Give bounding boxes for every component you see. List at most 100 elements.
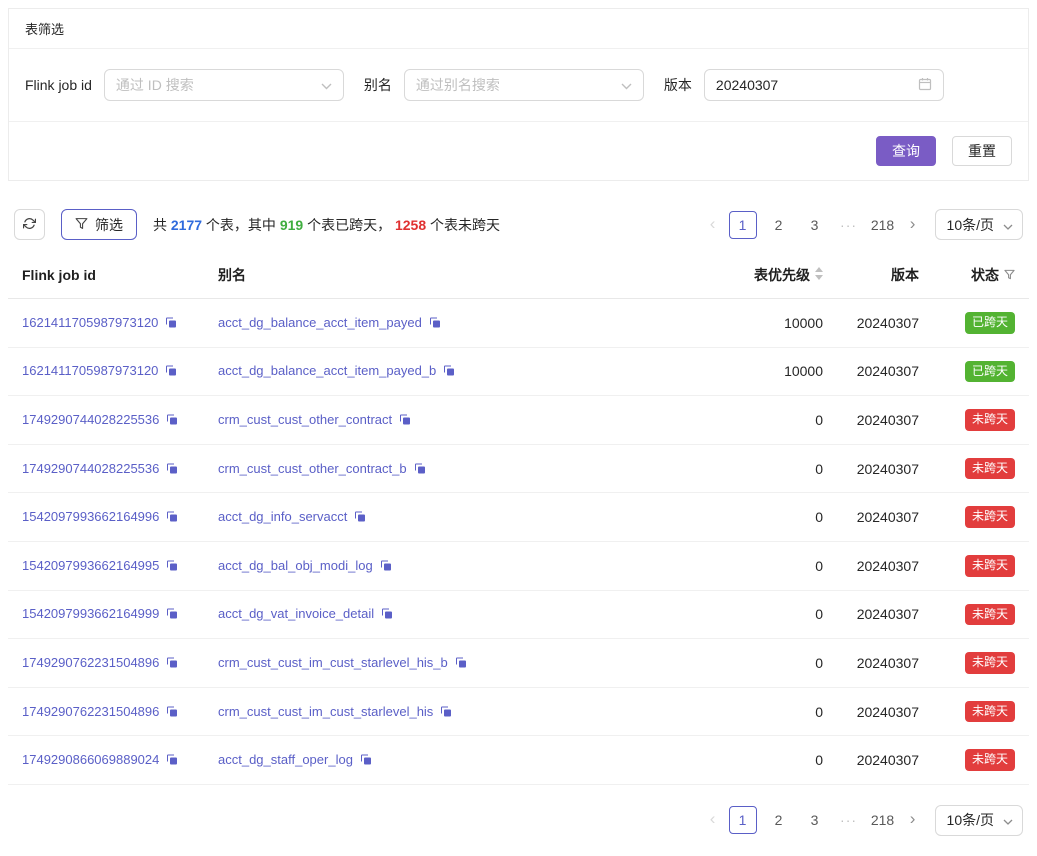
sort-icon[interactable] [815,267,823,283]
copy-icon[interactable] [166,559,178,575]
filter-panel: 表筛选 Flink job id 通过 ID 搜索 别名 通过别名搜索 [8,8,1029,181]
table-row: 1542097993662164995 acct_dg_bal_obj_modi… [8,541,1029,590]
column-filter-icon[interactable] [1004,267,1015,283]
alias-select[interactable]: 通过别名搜索 [404,69,644,101]
row-id-link[interactable]: 1621411705987973120 [22,363,158,378]
page-button-218[interactable]: 218 [869,806,897,834]
prev-page-button[interactable]: ‹ [701,806,725,834]
copy-icon[interactable] [381,607,393,623]
query-button[interactable]: 查询 [876,136,936,166]
filter-toggle-label: 筛选 [95,215,123,235]
alias-label: 别名 [364,75,392,95]
status-badge: 未跨天 [965,701,1015,723]
copy-icon[interactable] [455,656,467,672]
page-button-1[interactable]: 1 [729,211,757,239]
row-priority: 0 [725,541,837,590]
table-row: 1749290744028225536 crm_cust_cust_other_… [8,444,1029,493]
copy-icon[interactable] [429,316,441,332]
funnel-icon [75,217,88,233]
status-badge: 未跨天 [965,409,1015,431]
row-priority: 0 [725,736,837,785]
row-id-link[interactable]: 1542097993662164999 [22,606,159,621]
chevron-down-icon [1003,217,1013,233]
refresh-button[interactable] [14,209,45,240]
table-row: 1749290762231504896 crm_cust_cust_im_cus… [8,639,1029,688]
row-alias-link[interactable]: acct_dg_info_servacct [218,509,347,524]
copy-icon[interactable] [165,316,177,332]
copy-icon[interactable] [166,462,178,478]
copy-icon[interactable] [166,413,178,429]
row-alias-link[interactable]: acct_dg_vat_invoice_detail [218,606,374,621]
row-id-link[interactable]: 1542097993662164995 [22,558,159,573]
prev-page-button[interactable]: ‹ [701,211,725,239]
copy-icon[interactable] [380,559,392,575]
page-size-value: 10条/页 [947,215,994,235]
row-alias-link[interactable]: crm_cust_cust_other_contract_b [218,461,407,476]
next-page-button[interactable]: › [901,211,925,239]
row-alias-link[interactable]: crm_cust_cust_im_cust_starlevel_his_b [218,655,448,670]
row-alias-link[interactable]: crm_cust_cust_im_cust_starlevel_his [218,704,433,719]
col-header-priority[interactable]: 表优先级 [725,252,837,299]
row-id-link[interactable]: 1749290744028225536 [22,412,159,427]
next-page-button[interactable]: › [901,806,925,834]
page-button-3[interactable]: 3 [801,211,829,239]
row-id-link[interactable]: 1749290762231504896 [22,704,159,719]
row-id-link[interactable]: 1749290762231504896 [22,655,159,670]
copy-icon[interactable] [166,607,178,623]
table-row: 1542097993662164999 acct_dg_vat_invoice_… [8,590,1029,639]
reset-button[interactable]: 重置 [952,136,1012,166]
chevron-down-icon [621,77,632,93]
row-priority: 0 [725,493,837,542]
copy-icon[interactable] [166,510,178,526]
page-button-2[interactable]: 2 [765,211,793,239]
col-header-status[interactable]: 状态 [933,252,1029,299]
page-size-select[interactable]: 10条/页 [935,209,1023,240]
page-button-3[interactable]: 3 [801,806,829,834]
filter-toggle-button[interactable]: 筛选 [61,209,137,240]
status-badge: 已跨天 [965,312,1015,334]
row-alias-link[interactable]: acct_dg_balance_acct_item_payed [218,315,422,330]
row-version: 20240307 [837,396,933,445]
row-id-link[interactable]: 1749290866069889024 [22,752,159,767]
copy-icon[interactable] [165,364,177,380]
page-ellipsis[interactable]: ··· [835,812,863,828]
row-priority: 0 [725,396,837,445]
copy-icon[interactable] [166,656,178,672]
row-alias-link[interactable]: acct_dg_bal_obj_modi_log [218,558,373,573]
copy-icon[interactable] [414,462,426,478]
row-version: 20240307 [837,687,933,736]
table-summary: 共 2177 个表，其中 919 个表已跨天， 1258 个表未跨天 [153,215,500,235]
page-size-select[interactable]: 10条/页 [935,805,1023,836]
bottom-bar: ‹ 1 2 3 ··· 218 › 10条/页 [8,805,1029,836]
row-version: 20240307 [837,639,933,688]
copy-icon[interactable] [399,413,411,429]
field-flink-job-id: Flink job id 通过 ID 搜索 [25,69,344,101]
row-version: 20240307 [837,444,933,493]
page-button-1[interactable]: 1 [729,806,757,834]
row-version: 20240307 [837,299,933,348]
page-button-218[interactable]: 218 [869,211,897,239]
copy-icon[interactable] [354,510,366,526]
copy-icon[interactable] [166,705,178,721]
row-id-link[interactable]: 1749290744028225536 [22,461,159,476]
copy-icon[interactable] [440,705,452,721]
table-row: 1749290762231504896 crm_cust_cust_im_cus… [8,687,1029,736]
row-priority: 0 [725,639,837,688]
copy-icon[interactable] [443,364,455,380]
row-id-link[interactable]: 1542097993662164996 [22,509,159,524]
row-alias-link[interactable]: crm_cust_cust_other_contract [218,412,392,427]
flink-job-id-placeholder: 通过 ID 搜索 [116,75,194,95]
calendar-icon [918,77,932,94]
flink-job-id-select[interactable]: 通过 ID 搜索 [104,69,344,101]
row-id-link[interactable]: 1621411705987973120 [22,315,158,330]
row-priority: 0 [725,590,837,639]
toolbar: 筛选 共 2177 个表，其中 919 个表已跨天， 1258 个表未跨天 ‹ … [8,209,1029,240]
row-version: 20240307 [837,736,933,785]
page-ellipsis[interactable]: ··· [835,217,863,233]
status-badge: 未跨天 [965,604,1015,626]
row-alias-link[interactable]: acct_dg_staff_oper_log [218,752,353,767]
row-alias-link[interactable]: acct_dg_balance_acct_item_payed_b [218,363,436,378]
version-date-input[interactable]: 20240307 [704,69,944,101]
row-version: 20240307 [837,590,933,639]
page-button-2[interactable]: 2 [765,806,793,834]
